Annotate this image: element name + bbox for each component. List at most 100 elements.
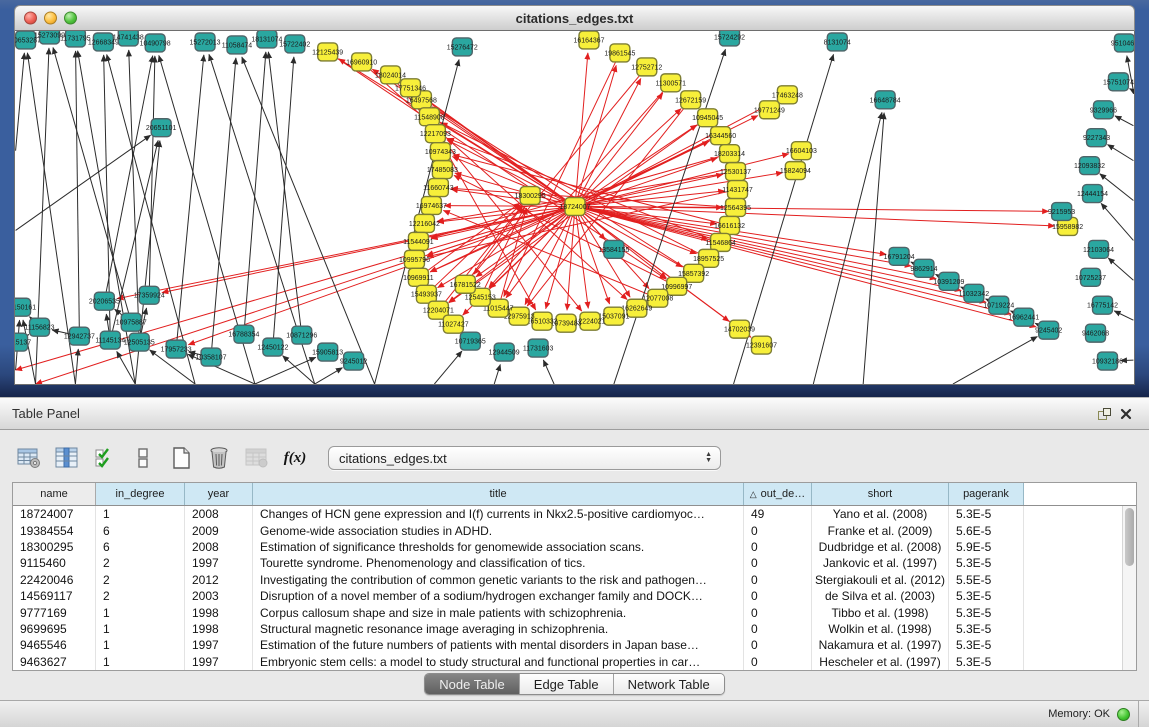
select-rows-icon[interactable]	[90, 443, 120, 473]
table-row[interactable]: 1456911722003Disruption of a novel membe…	[13, 588, 1136, 604]
network-node[interactable]: 10969911	[403, 268, 434, 286]
table-mode-icon[interactable]	[14, 443, 44, 473]
network-node[interactable]: 9215953	[1048, 203, 1075, 221]
selection-mode-icon[interactable]	[128, 443, 158, 473]
table-cell[interactable]: 0	[744, 604, 812, 620]
network-node[interactable]: 11544091	[403, 232, 434, 250]
table-scrollbar-thumb[interactable]	[1125, 508, 1134, 566]
column-visibility-icon[interactable]	[52, 443, 82, 473]
column-header-short[interactable]: short	[812, 483, 949, 505]
table-cell[interactable]: 1	[96, 506, 185, 522]
network-node[interactable]: 10945045	[692, 109, 723, 127]
network-node[interactable]: 11032342	[959, 284, 990, 302]
table-cell[interactable]: Yano et al. (2008)	[812, 506, 949, 522]
network-node[interactable]: 12216042	[409, 214, 440, 232]
network-node[interactable]: 10995796	[399, 250, 430, 268]
network-node[interactable]: 16962441	[1008, 308, 1039, 326]
network-node[interactable]: 10725237	[1075, 268, 1106, 286]
network-node[interactable]: 12093832	[1074, 157, 1105, 175]
table-cell[interactable]: 5.3E-5	[949, 654, 1024, 670]
network-node[interactable]: 18131074	[251, 31, 282, 48]
table-cell[interactable]: 1997	[185, 637, 253, 653]
table-row[interactable]: 969969511998Structural magnetic resonanc…	[13, 621, 1136, 637]
column-header-title[interactable]: title	[253, 483, 744, 505]
table-cell[interactable]: 1998	[185, 621, 253, 637]
table-cell[interactable]: 5.3E-5	[949, 555, 1024, 571]
network-node[interactable]: 18203314	[714, 145, 745, 163]
network-canvas[interactable]: 1872400716497568115489081221709310974343…	[14, 31, 1135, 385]
column-header-pagerank[interactable]: pagerank	[949, 483, 1024, 505]
table-cell[interactable]: Estimation of the future numbers of pati…	[253, 637, 744, 653]
network-node[interactable]: 15276472	[447, 38, 478, 56]
network-node[interactable]: 11058474	[222, 36, 253, 54]
table-cell[interactable]: Stergiakouli et al. (2012)	[812, 572, 949, 588]
network-node[interactable]: 20206535	[89, 292, 120, 310]
network-node[interactable]: 9862914	[910, 259, 937, 277]
table-row[interactable]: 911546021997Tourette syndrome. Phenomeno…	[13, 555, 1136, 571]
network-node[interactable]: 16788354	[228, 325, 259, 343]
network-node[interactable]: 11731795	[60, 31, 91, 47]
table-cell[interactable]: 2	[96, 555, 185, 571]
table-cell[interactable]: Changes of HCN gene expression and I(f) …	[253, 506, 744, 522]
network-node[interactable]: 9245402	[1035, 321, 1062, 339]
network-node[interactable]: 15751074	[1103, 73, 1134, 91]
network-node[interactable]: 11731603	[523, 339, 554, 357]
table-cell[interactable]: 5.6E-5	[949, 522, 1024, 538]
table-cell[interactable]: 49	[744, 506, 812, 522]
network-node[interactable]: 9462068	[1082, 324, 1109, 342]
network-node[interactable]: 10358107	[196, 348, 227, 366]
network-node[interactable]: 10490798	[140, 34, 171, 52]
table-row[interactable]: 946554611997Estimation of the future num…	[13, 637, 1136, 653]
table-cell[interactable]: Investigating the contribution of common…	[253, 572, 744, 588]
close-panel-icon[interactable]	[1115, 404, 1137, 424]
table-cell[interactable]: 2	[96, 588, 185, 604]
table-cell[interactable]: 5.3E-5	[949, 621, 1024, 637]
network-node[interactable]: 16648784	[870, 91, 901, 109]
network-node[interactable]: 8131074	[824, 33, 851, 51]
table-cell[interactable]: 9115460	[13, 555, 96, 571]
table-cell[interactable]: 5.3E-5	[949, 637, 1024, 653]
network-node[interactable]: 16344560	[705, 127, 736, 145]
table-cell[interactable]: Structural magnetic resonance image aver…	[253, 621, 744, 637]
table-cell[interactable]: Tibbo et al. (1998)	[812, 604, 949, 620]
table-cell[interactable]: 2009	[185, 522, 253, 538]
network-node[interactable]: 12450122	[257, 338, 288, 356]
table-cell[interactable]: 1997	[185, 654, 253, 670]
column-header-out_de[interactable]: △out_de…	[744, 483, 812, 505]
network-node[interactable]: 9329966	[1090, 101, 1117, 119]
table-row[interactable]: 1872400712008Changes of HCN gene express…	[13, 506, 1136, 522]
network-node[interactable]: 16164367	[573, 31, 604, 49]
table-cell[interactable]: 1	[96, 604, 185, 620]
network-node[interactable]: 9245012	[340, 352, 367, 370]
table-cell[interactable]: de Silva et al. (2003)	[812, 588, 949, 604]
network-node[interactable]: 12530137	[720, 163, 751, 181]
network-node[interactable]: 10391209	[933, 272, 964, 290]
table-cell[interactable]: 5.5E-5	[949, 572, 1024, 588]
network-node[interactable]: 10719365	[455, 332, 486, 350]
tab-network-table[interactable]: Network Table	[614, 674, 724, 694]
table-cell[interactable]: Franke et al. (2009)	[812, 522, 949, 538]
table-row[interactable]: 1938455462009Genome-wide association stu…	[13, 522, 1136, 538]
delete-column-icon[interactable]	[204, 443, 234, 473]
network-node[interactable]: 11145134	[95, 331, 125, 349]
network-node[interactable]: 16974637	[416, 197, 447, 215]
float-panel-icon[interactable]	[1093, 404, 1115, 424]
table-cell[interactable]: Genome-wide association studies in ADHD.	[253, 522, 744, 538]
table-cell[interactable]: 6	[96, 539, 185, 555]
table-cell[interactable]: 0	[744, 588, 812, 604]
table-cell[interactable]: 5.3E-5	[949, 506, 1024, 522]
network-node[interactable]: 15722402	[279, 35, 310, 53]
network-node[interactable]: 15824094	[780, 162, 811, 180]
table-cell[interactable]: 5.9E-5	[949, 539, 1024, 555]
network-node[interactable]: 12391607	[746, 336, 777, 354]
tab-node-table[interactable]: Node Table	[425, 674, 520, 694]
table-cell[interactable]: Embryonic stem cells: a model to study s…	[253, 654, 744, 670]
table-cell[interactable]: 9463627	[13, 654, 96, 670]
table-cell[interactable]: Hescheler et al. (1997)	[812, 654, 949, 670]
tab-edge-table[interactable]: Edge Table	[520, 674, 614, 694]
zoom-window-button[interactable]	[64, 12, 77, 25]
table-cell[interactable]: 2008	[185, 539, 253, 555]
network-node[interactable]: 11300571	[655, 74, 686, 92]
table-cell[interactable]: 1997	[185, 555, 253, 571]
network-node[interactable]: 12942737	[64, 327, 95, 345]
